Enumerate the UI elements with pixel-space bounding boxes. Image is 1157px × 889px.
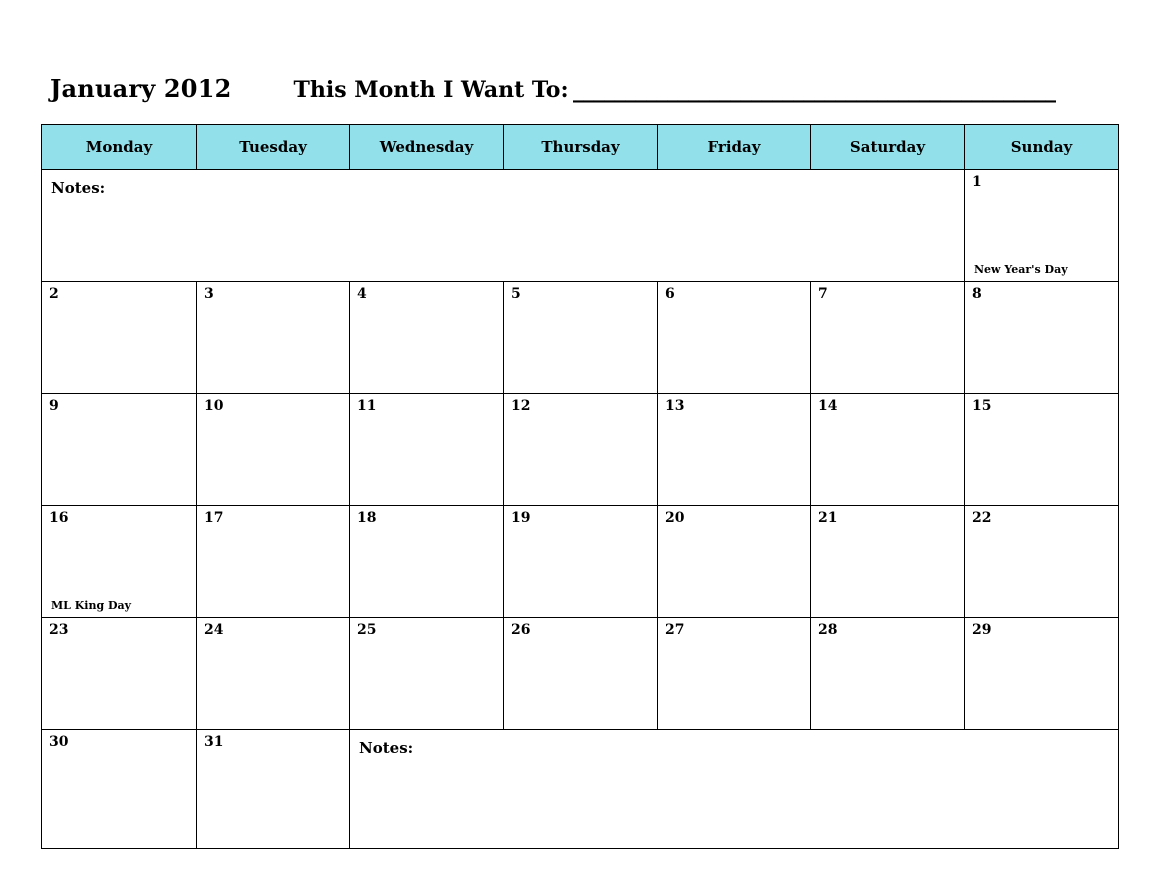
calendar-table: Monday Tuesday Wednesday Thursday Friday… (41, 124, 1119, 849)
day-cell-27[interactable]: 27 (657, 617, 811, 730)
day-number: 17 (204, 510, 224, 526)
day-number: 14 (818, 398, 838, 414)
day-number: 29 (972, 622, 992, 638)
day-cell-24[interactable]: 24 (196, 617, 350, 730)
day-number: 6 (665, 286, 675, 302)
day-cell-13[interactable]: 13 (657, 393, 811, 506)
holiday-label: ML King Day (51, 599, 132, 612)
day-cell-30[interactable]: 30 (41, 729, 197, 849)
day-number: 9 (49, 398, 59, 414)
day-number: 21 (818, 510, 838, 526)
day-number: 27 (665, 622, 685, 638)
weekday-header-monday: Monday (41, 124, 197, 170)
calendar-header-row: Monday Tuesday Wednesday Thursday Friday… (41, 124, 1119, 170)
day-number: 22 (972, 510, 992, 526)
day-cell-9[interactable]: 9 (41, 393, 197, 506)
day-cell-14[interactable]: 14 (810, 393, 965, 506)
day-cell-19[interactable]: 19 (503, 505, 658, 618)
day-cell-10[interactable]: 10 (196, 393, 350, 506)
day-number: 24 (204, 622, 224, 638)
day-cell-16[interactable]: 16 ML King Day (41, 505, 197, 618)
day-cell-23[interactable]: 23 (41, 617, 197, 730)
day-cell-22[interactable]: 22 (964, 505, 1119, 618)
day-number: 4 (357, 286, 367, 302)
calendar-week-row: 16 ML King Day 17 18 19 20 21 22 (41, 505, 1119, 618)
day-cell-12[interactable]: 12 (503, 393, 658, 506)
day-cell-1[interactable]: 1 New Year's Day (964, 169, 1119, 282)
weekday-header-sunday: Sunday (964, 124, 1119, 170)
notes-cell-top[interactable]: Notes: (41, 169, 965, 282)
want-to-label: This Month I Want To: (293, 77, 569, 103)
calendar-week-row: 23 24 25 26 27 28 29 (41, 617, 1119, 730)
day-cell-8[interactable]: 8 (964, 281, 1119, 394)
holiday-label: New Year's Day (974, 263, 1068, 276)
page-title: January 2012 (50, 74, 232, 103)
weekday-header-friday: Friday (657, 124, 811, 170)
day-number: 15 (972, 398, 992, 414)
day-cell-21[interactable]: 21 (810, 505, 965, 618)
day-number: 13 (665, 398, 685, 414)
day-cell-3[interactable]: 3 (196, 281, 350, 394)
day-number: 31 (204, 734, 224, 750)
calendar-page: January 2012 This Month I Want To: _____… (0, 0, 1157, 889)
day-number: 5 (511, 286, 521, 302)
day-number: 7 (818, 286, 828, 302)
day-cell-25[interactable]: 25 (349, 617, 504, 730)
day-cell-20[interactable]: 20 (657, 505, 811, 618)
day-cell-11[interactable]: 11 (349, 393, 504, 506)
page-title-row: January 2012 This Month I Want To: _____… (50, 74, 1120, 110)
day-number: 26 (511, 622, 531, 638)
day-number: 16 (49, 510, 69, 526)
day-number: 28 (818, 622, 838, 638)
notes-label-top: Notes: (51, 179, 106, 197)
day-cell-17[interactable]: 17 (196, 505, 350, 618)
want-to-blank-line[interactable]: ________________________________________… (573, 77, 1056, 103)
day-cell-29[interactable]: 29 (964, 617, 1119, 730)
notes-cell-bottom[interactable]: Notes: (349, 729, 1119, 849)
day-number: 20 (665, 510, 685, 526)
calendar-week-row: 2 3 4 5 6 7 8 (41, 281, 1119, 394)
day-cell-5[interactable]: 5 (503, 281, 658, 394)
day-number: 2 (49, 286, 59, 302)
day-cell-7[interactable]: 7 (810, 281, 965, 394)
day-number: 1 (972, 174, 982, 190)
notes-label-bottom: Notes: (359, 739, 414, 757)
day-number: 30 (49, 734, 69, 750)
day-number: 10 (204, 398, 224, 414)
day-number: 11 (357, 398, 377, 414)
day-cell-4[interactable]: 4 (349, 281, 504, 394)
day-cell-31[interactable]: 31 (196, 729, 350, 849)
calendar-week-row: 9 10 11 12 13 14 15 (41, 393, 1119, 506)
day-cell-2[interactable]: 2 (41, 281, 197, 394)
weekday-header-wednesday: Wednesday (349, 124, 504, 170)
day-cell-26[interactable]: 26 (503, 617, 658, 730)
weekday-header-saturday: Saturday (810, 124, 965, 170)
calendar-week-row: 30 31 Notes: (41, 729, 1119, 849)
calendar-body: Notes: 1 New Year's Day 2 3 4 5 6 7 8 9 … (41, 169, 1119, 849)
day-cell-6[interactable]: 6 (657, 281, 811, 394)
day-cell-28[interactable]: 28 (810, 617, 965, 730)
day-cell-18[interactable]: 18 (349, 505, 504, 618)
day-number: 8 (972, 286, 982, 302)
day-number: 12 (511, 398, 531, 414)
day-cell-15[interactable]: 15 (964, 393, 1119, 506)
weekday-header-thursday: Thursday (503, 124, 658, 170)
day-number: 25 (357, 622, 377, 638)
weekday-header-tuesday: Tuesday (196, 124, 350, 170)
day-number: 19 (511, 510, 531, 526)
day-number: 3 (204, 286, 214, 302)
calendar-week-row: Notes: 1 New Year's Day (41, 169, 1119, 282)
day-number: 18 (357, 510, 377, 526)
day-number: 23 (49, 622, 69, 638)
